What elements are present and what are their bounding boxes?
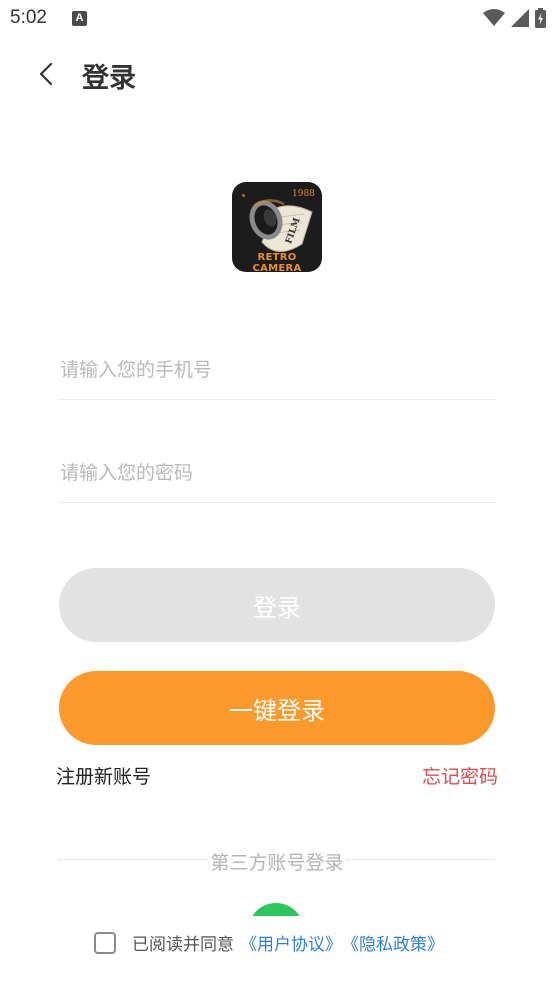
one-key-login-button-label: 一键登录 (229, 696, 325, 725)
third-party-heading-wrap: 第三方账号登录 (0, 848, 554, 875)
status-icons (483, 8, 546, 28)
chevron-left-icon (39, 62, 53, 86)
app-logo: 1988 FILM RETRO CAMERA (232, 182, 322, 272)
agreement-row: 已阅读并同意 《用户协议》 《隐私政策》 (94, 930, 444, 955)
login-button-label: 登录 (253, 593, 301, 622)
app-bar: 登录 (0, 48, 554, 100)
password-input[interactable] (58, 443, 495, 502)
password-field (58, 443, 495, 503)
cellular-signal-icon (511, 9, 529, 27)
page-title: 登录 (82, 63, 136, 94)
phone-input[interactable] (58, 340, 495, 399)
login-button[interactable]: 登录 (59, 568, 495, 642)
battery-charging-icon (535, 8, 546, 28)
logo-brand-text: RETRO CAMERA (252, 252, 302, 272)
back-button[interactable] (28, 54, 64, 94)
phone-field (58, 340, 495, 400)
forgot-password-link[interactable]: 忘记密码 (422, 762, 498, 789)
wifi-icon (483, 9, 505, 26)
user-agreement-link[interactable]: 《用户协议》 (240, 930, 342, 955)
agreement-prefix: 已阅读并同意 (132, 935, 234, 955)
one-key-login-button[interactable]: 一键登录 (59, 671, 495, 745)
agreement-checkbox[interactable] (94, 931, 116, 954)
register-link[interactable]: 注册新账号 (56, 762, 151, 789)
privacy-policy-link[interactable]: 《隐私政策》 (342, 930, 444, 955)
third-party-heading: 第三方账号登录 (208, 852, 346, 874)
status-time: 5:02 (10, 7, 47, 28)
notification-a-icon: A (72, 11, 87, 26)
status-bar: 5:02 A (0, 0, 554, 38)
